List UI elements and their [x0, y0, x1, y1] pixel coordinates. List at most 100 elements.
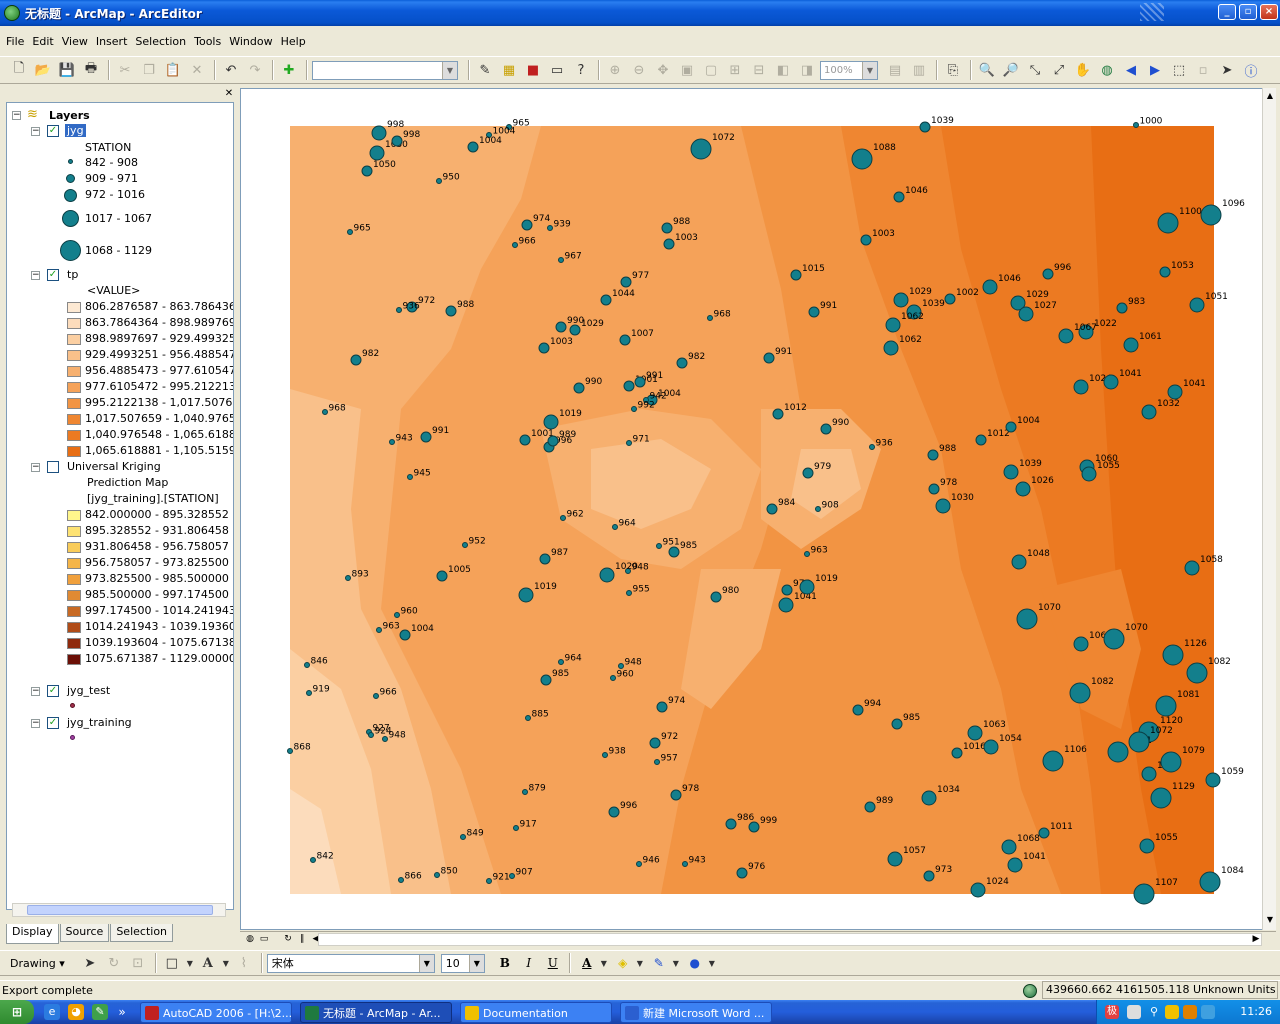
station-point[interactable] — [778, 597, 794, 613]
data-view-globe-icon[interactable]: ◍ — [244, 933, 256, 945]
tray-app-icon[interactable] — [1165, 1005, 1179, 1019]
station-point[interactable] — [982, 279, 998, 295]
station-point[interactable] — [1001, 839, 1017, 855]
zoom-100-icon[interactable]: ▢ — [700, 59, 722, 81]
station-point[interactable] — [1107, 741, 1129, 763]
station-point[interactable] — [509, 873, 515, 879]
print-icon[interactable]: 🖶 — [80, 59, 102, 81]
station-point[interactable] — [1015, 481, 1031, 497]
station-point[interactable] — [626, 440, 632, 446]
station-point[interactable] — [1133, 122, 1139, 128]
station-point[interactable] — [923, 870, 935, 882]
station-point[interactable] — [521, 219, 533, 231]
station-point[interactable] — [707, 315, 713, 321]
station-point[interactable] — [631, 406, 637, 412]
station-point[interactable] — [391, 135, 403, 147]
station-point[interactable] — [525, 715, 531, 721]
new-document-icon[interactable]: 🗋 — [8, 59, 30, 81]
station-point[interactable] — [619, 334, 631, 346]
expander-kriging-icon[interactable]: − — [31, 463, 40, 472]
station-point[interactable] — [804, 551, 810, 557]
forward-extent-icon[interactable]: ◨ — [796, 59, 818, 81]
station-point[interactable] — [434, 872, 440, 878]
station-point[interactable] — [462, 542, 468, 548]
quick-launch-icon[interactable]: ✎ — [92, 1004, 108, 1020]
station-point[interactable] — [790, 269, 802, 281]
station-point[interactable] — [944, 293, 956, 305]
station-point[interactable] — [467, 141, 479, 153]
font-color-icon[interactable]: A — [577, 953, 597, 973]
station-point[interactable] — [820, 423, 832, 435]
station-point[interactable] — [860, 234, 872, 246]
station-point[interactable] — [763, 352, 775, 364]
network-icon[interactable]: ⚲ — [1147, 1005, 1161, 1019]
expander-jyg-training-icon[interactable]: − — [31, 719, 40, 728]
station-point[interactable] — [436, 570, 448, 582]
scroll-right-icon[interactable]: ▶ — [1250, 933, 1262, 945]
layout-view-icon[interactable]: ▭ — [258, 933, 270, 945]
station-point[interactable] — [322, 409, 328, 415]
fixed-zoom-in-icon[interactable]: ⊞ — [724, 59, 746, 81]
station-point[interactable] — [649, 737, 661, 749]
arcmap-app-icon[interactable] — [4, 5, 20, 21]
fixed-zoom-out-map-icon[interactable]: ⤢ — [1048, 59, 1070, 81]
taskbar-task-button[interactable]: AutoCAD 2006 - [H:\2... — [140, 1002, 292, 1023]
ie-icon[interactable]: e — [44, 1004, 60, 1020]
station-point[interactable] — [670, 789, 682, 801]
close-button[interactable]: × — [1260, 4, 1278, 20]
chevron-down-icon[interactable]: ▼ — [418, 954, 434, 972]
station-point[interactable] — [682, 861, 688, 867]
station-point[interactable] — [618, 663, 624, 669]
station-point[interactable] — [396, 307, 402, 313]
menu-insert[interactable]: Insert — [96, 35, 128, 48]
zoom-to-selected-icon[interactable]: ⊡ — [127, 952, 149, 974]
rotate-icon[interactable]: ↻ — [103, 952, 125, 974]
station-point[interactable] — [1184, 560, 1200, 576]
identify-icon[interactable]: ⓘ — [1240, 59, 1262, 81]
select-elements-icon[interactable]: ➤ — [1216, 59, 1238, 81]
station-point[interactable] — [1141, 766, 1157, 782]
menu-help[interactable]: Help — [281, 35, 306, 48]
ime-icon[interactable]: 极 — [1105, 1005, 1119, 1019]
station-point[interactable] — [538, 342, 550, 354]
layer-jyg-test-label[interactable]: jyg_test — [67, 683, 110, 699]
tab-display[interactable]: Display — [6, 924, 59, 944]
station-point[interactable] — [970, 882, 986, 898]
station-point[interactable] — [599, 567, 615, 583]
station-point[interactable] — [1081, 466, 1097, 482]
station-point[interactable] — [1011, 554, 1027, 570]
chevron-down-icon[interactable]: ▼ — [707, 952, 717, 974]
station-point[interactable] — [540, 674, 552, 686]
station-point[interactable] — [951, 747, 963, 759]
station-point[interactable] — [772, 408, 784, 420]
station-point[interactable] — [608, 806, 620, 818]
zoom-whole-page-icon[interactable]: ▣ — [676, 59, 698, 81]
station-point[interactable] — [1007, 857, 1023, 873]
toc-scroll-thumb[interactable] — [27, 905, 213, 915]
minimize-button[interactable]: _ — [1218, 4, 1236, 20]
station-point[interactable] — [623, 380, 635, 392]
station-point[interactable] — [407, 474, 413, 480]
pan-hand-icon[interactable]: ✋ — [1072, 59, 1094, 81]
marker-color-icon[interactable]: ● — [685, 953, 705, 973]
station-point[interactable] — [547, 435, 559, 447]
tray-app-icon[interactable] — [1201, 1005, 1215, 1019]
station-point[interactable] — [368, 732, 374, 738]
station-point[interactable] — [373, 693, 379, 699]
pause-drawing-icon[interactable]: ∥ — [296, 933, 308, 945]
map-horizontal-scrollbar[interactable] — [318, 933, 1262, 946]
clear-selection-icon[interactable]: ▫ — [1192, 59, 1214, 81]
layer-kriging-label[interactable]: Universal Kriging — [67, 459, 161, 475]
station-point[interactable] — [347, 229, 353, 235]
station-point[interactable] — [1042, 268, 1054, 280]
select-elements-arrow-icon[interactable]: ➤ — [79, 952, 101, 974]
station-point[interactable] — [634, 376, 646, 388]
station-point[interactable] — [436, 178, 442, 184]
jyg-training-visibility-checkbox[interactable]: ✓ — [47, 717, 59, 729]
menu-window[interactable]: Window — [229, 35, 272, 48]
layout-zoom-out-icon[interactable]: ⊖ — [628, 59, 650, 81]
station-point[interactable] — [1016, 608, 1038, 630]
arccatalog-icon[interactable]: ▦ — [498, 59, 520, 81]
chevron-down-icon[interactable]: ▼ — [468, 954, 484, 972]
layer-tp-label[interactable]: tp — [67, 267, 78, 283]
